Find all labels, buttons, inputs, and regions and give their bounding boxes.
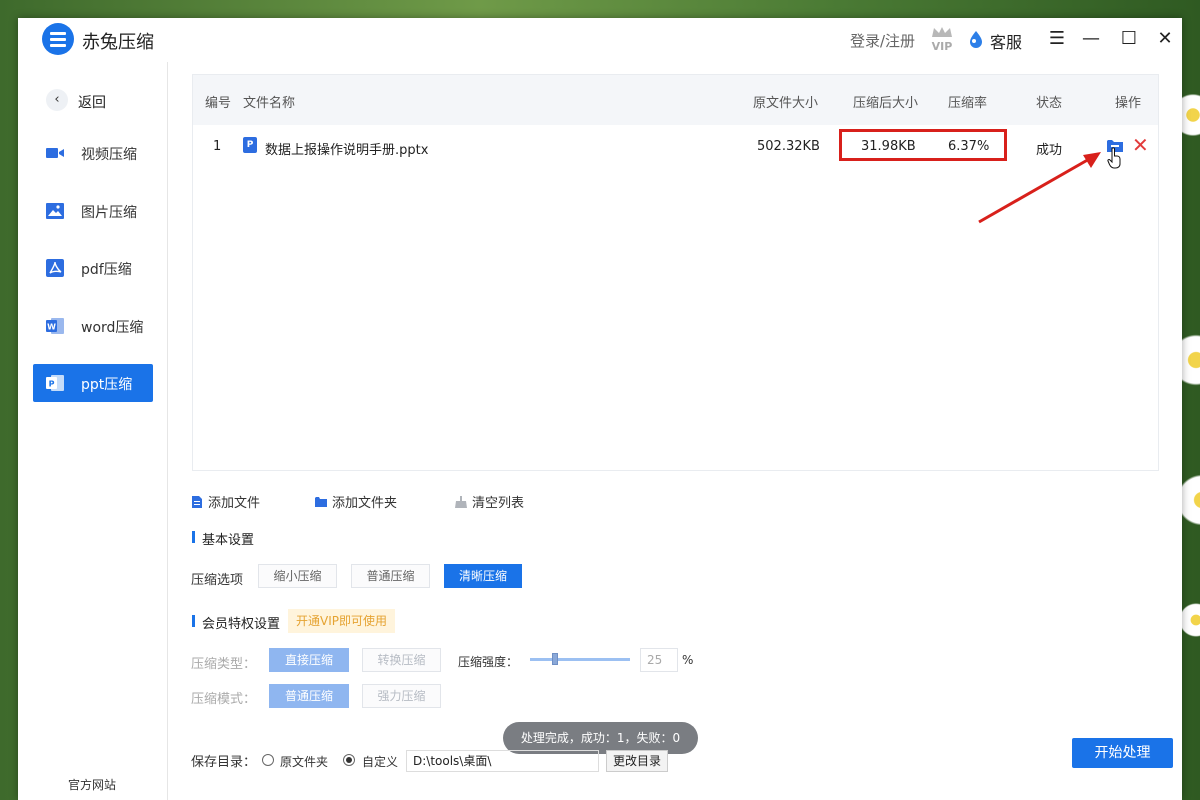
option-clear-compress[interactable]: 清晰压缩 bbox=[444, 564, 522, 588]
svg-text:W: W bbox=[47, 323, 56, 332]
vip-settings-title: 会员特权设置 bbox=[192, 613, 280, 632]
compressed-size: 31.98KB bbox=[861, 139, 916, 154]
vip-required-badge[interactable]: 开通VIP即可使用 bbox=[288, 609, 395, 633]
title-bar: 赤兔压缩 登录/注册 VIP 客服 ☰ — ☐ ✕ bbox=[18, 18, 1182, 62]
column-header: 操作 bbox=[1115, 96, 1142, 111]
compress-option-label: 压缩选项 bbox=[191, 573, 244, 588]
clear-list-label: 清空列表 bbox=[472, 496, 525, 511]
basic-settings-title: 基本设置 bbox=[192, 529, 254, 548]
column-header: 压缩后大小 bbox=[853, 96, 919, 111]
column-header: 文件名称 bbox=[243, 96, 296, 111]
sidebar-item-label: ppt压缩 bbox=[81, 377, 133, 393]
sidebar-item-label: 视频压缩 bbox=[81, 147, 137, 163]
start-processing-button[interactable]: 开始处理 bbox=[1072, 738, 1173, 768]
ppt-icon: P bbox=[46, 375, 64, 391]
delete-icon[interactable]: ✕ bbox=[1132, 133, 1149, 157]
strength-slider-track[interactable] bbox=[530, 658, 630, 661]
option-normal-compress[interactable]: 普通压缩 bbox=[351, 564, 430, 588]
close-icon[interactable]: ✕ bbox=[1152, 26, 1178, 52]
file-icon bbox=[192, 496, 202, 508]
column-header: 状态 bbox=[1036, 96, 1063, 111]
save-path-input[interactable]: D:\tools\桌面\ bbox=[406, 750, 599, 772]
column-header: 原文件大小 bbox=[753, 96, 819, 111]
table-header: 编号 文件名称 原文件大小 压缩后大小 压缩率 状态 操作 bbox=[193, 75, 1158, 125]
compress-type-label: 压缩类型： bbox=[191, 657, 257, 672]
official-website-link[interactable]: 官方网站 bbox=[68, 776, 116, 793]
app-logo-icon bbox=[42, 23, 74, 55]
strength-input[interactable]: 25 bbox=[640, 648, 678, 672]
add-folder-button[interactable]: 添加文件夹 bbox=[315, 492, 397, 511]
compression-ratio: 6.37% bbox=[948, 139, 990, 154]
ppt-file-icon: P bbox=[243, 137, 257, 153]
sidebar-item-label: word压缩 bbox=[81, 320, 144, 336]
radio-custom-folder[interactable] bbox=[343, 754, 355, 766]
sidebar-item-ppt[interactable]: P ppt压缩 bbox=[33, 364, 153, 402]
strength-unit: % bbox=[682, 653, 694, 667]
save-dir-label: 保存目录： bbox=[191, 755, 257, 770]
sidebar-item-label: 图片压缩 bbox=[81, 205, 137, 221]
file-name: 数据上报操作说明手册.pptx bbox=[265, 143, 429, 158]
row-index: 1 bbox=[213, 139, 222, 154]
sidebar: ‹ 返回 视频压缩 图片压缩 pdf压缩 W word压缩 P ppt压缩 官方… bbox=[18, 62, 168, 800]
menu-icon[interactable]: ☰ bbox=[1044, 26, 1070, 52]
add-file-button[interactable]: 添加文件 bbox=[191, 492, 260, 511]
app-title: 赤兔压缩 bbox=[82, 32, 154, 53]
add-file-label: 添加文件 bbox=[208, 496, 261, 511]
customer-service-icon[interactable] bbox=[968, 30, 984, 48]
video-icon bbox=[46, 148, 64, 158]
option-direct-compress[interactable]: 直接压缩 bbox=[269, 648, 349, 672]
column-header: 编号 bbox=[205, 96, 232, 111]
sidebar-item-image[interactable]: 图片压缩 bbox=[33, 192, 153, 230]
option-convert-compress[interactable]: 转换压缩 bbox=[362, 648, 441, 672]
strength-slider-thumb[interactable] bbox=[552, 653, 558, 665]
minimize-icon[interactable]: — bbox=[1078, 26, 1104, 52]
app-window: 赤兔压缩 登录/注册 VIP 客服 ☰ — ☐ ✕ ‹ 返回 视频压缩 图片压缩 bbox=[18, 18, 1182, 800]
hand-cursor-icon bbox=[1107, 147, 1121, 169]
custom-folder-label[interactable]: 自定义 bbox=[362, 753, 398, 770]
folder-icon bbox=[315, 497, 327, 507]
vip-text: VIP bbox=[931, 40, 953, 53]
broom-icon bbox=[455, 496, 467, 508]
maximize-icon[interactable]: ☐ bbox=[1116, 26, 1142, 52]
original-folder-label[interactable]: 原文件夹 bbox=[280, 753, 328, 770]
sidebar-item-pdf[interactable]: pdf压缩 bbox=[33, 249, 153, 287]
change-dir-button[interactable]: 更改目录 bbox=[606, 750, 668, 772]
chevron-left-icon: ‹ bbox=[46, 89, 68, 111]
compress-strength-label: 压缩强度： bbox=[458, 655, 519, 669]
file-table: 编号 文件名称 原文件大小 压缩后大小 压缩率 状态 操作 1 P 数据上报操作… bbox=[192, 74, 1159, 471]
login-register-link[interactable]: 登录/注册 bbox=[850, 30, 915, 51]
original-size: 502.32KB bbox=[757, 139, 820, 154]
sidebar-item-word[interactable]: W word压缩 bbox=[33, 307, 153, 345]
vip-crown-icon[interactable]: VIP bbox=[930, 26, 954, 53]
add-folder-label: 添加文件夹 bbox=[332, 496, 398, 511]
sidebar-item-video[interactable]: 视频压缩 bbox=[33, 134, 153, 172]
compress-mode-label: 压缩模式： bbox=[191, 692, 257, 707]
option-normal-mode[interactable]: 普通压缩 bbox=[269, 684, 349, 708]
option-strong-mode[interactable]: 强力压缩 bbox=[362, 684, 441, 708]
pdf-icon bbox=[46, 259, 64, 277]
svg-text:P: P bbox=[49, 380, 55, 389]
clear-list-button[interactable]: 清空列表 bbox=[455, 492, 524, 511]
column-header: 压缩率 bbox=[948, 96, 988, 111]
sidebar-item-label: pdf压缩 bbox=[81, 262, 132, 278]
word-icon: W bbox=[46, 318, 64, 334]
option-shrink-compress[interactable]: 缩小压缩 bbox=[258, 564, 337, 588]
radio-original-folder[interactable] bbox=[262, 754, 274, 766]
status-text: 成功 bbox=[1036, 143, 1063, 158]
back-button[interactable]: ‹ 返回 bbox=[46, 89, 156, 113]
back-label: 返回 bbox=[78, 95, 106, 111]
customer-service-label[interactable]: 客服 bbox=[990, 29, 1022, 53]
image-icon bbox=[46, 203, 64, 219]
